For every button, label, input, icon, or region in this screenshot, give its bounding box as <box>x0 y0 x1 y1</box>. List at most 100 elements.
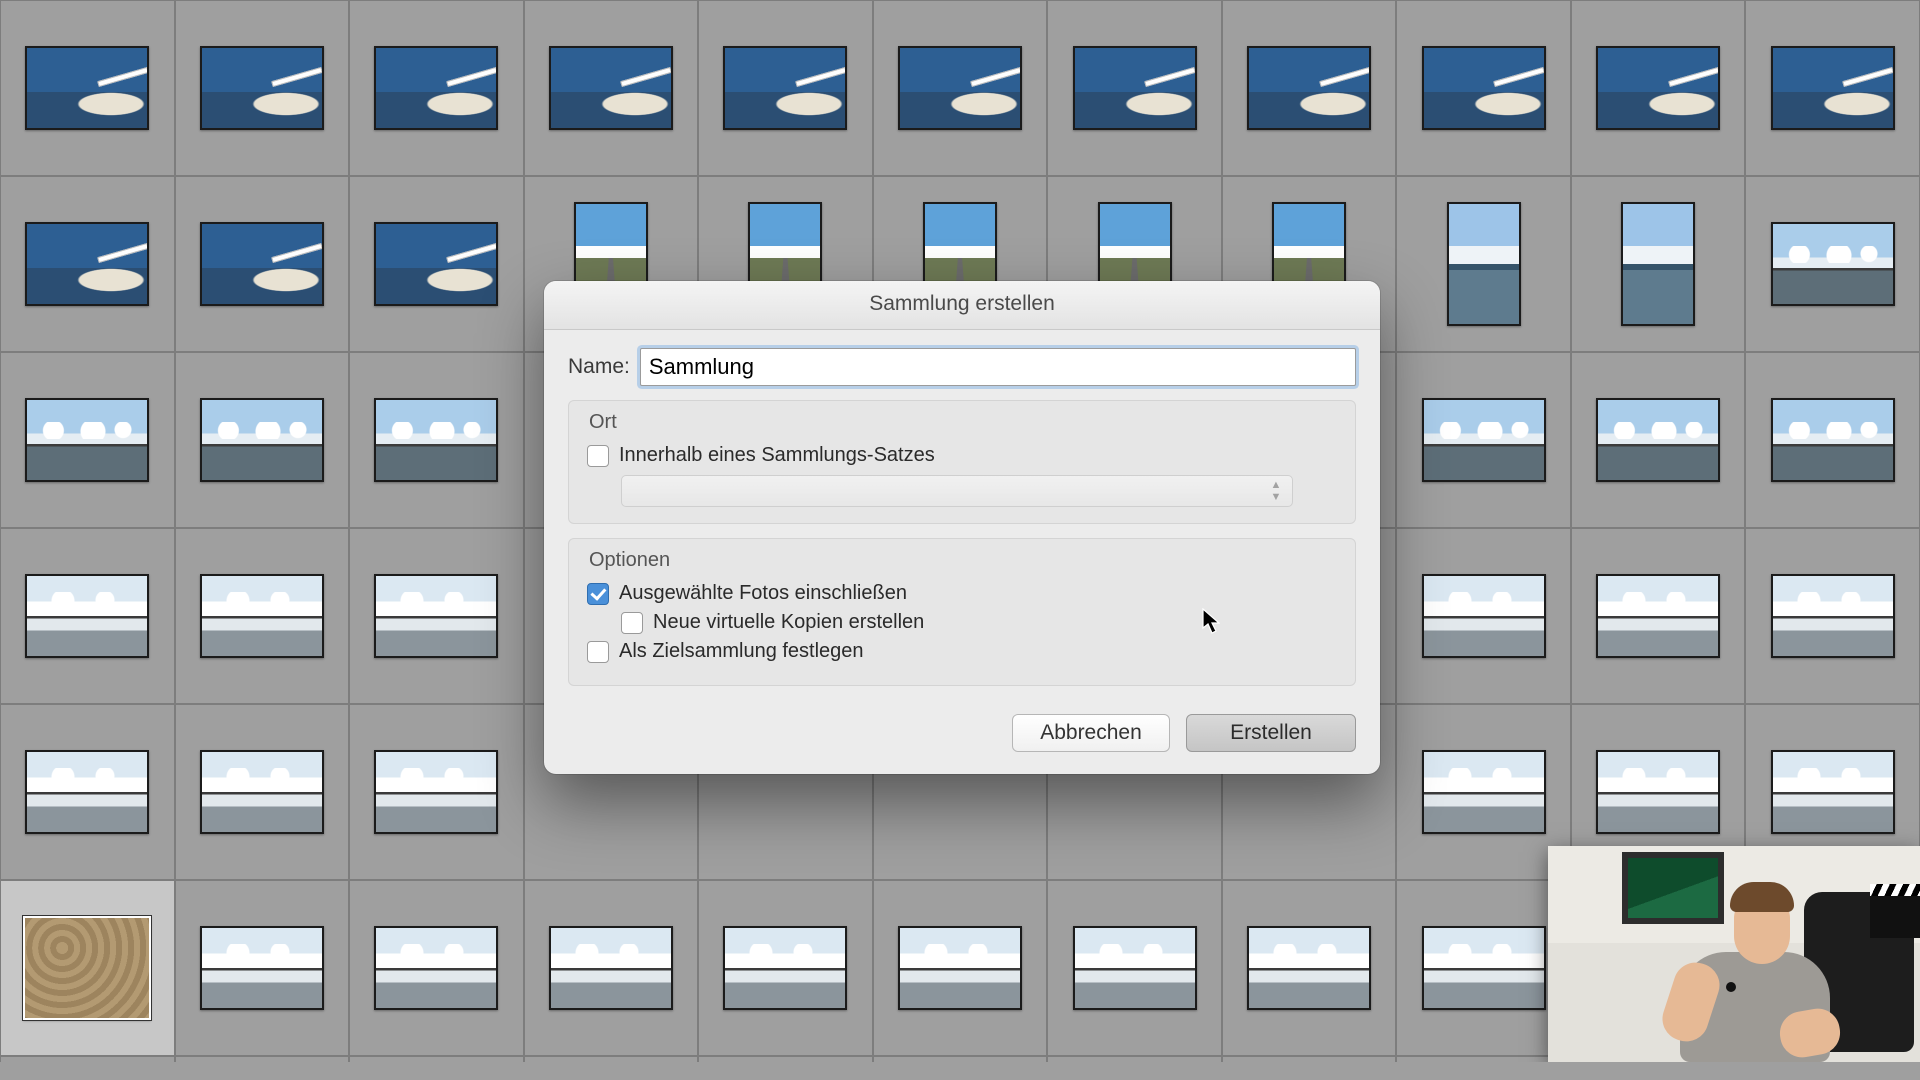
thumbnail-cell[interactable] <box>1571 176 1746 352</box>
thumbnail-image[interactable] <box>200 46 324 130</box>
thumbnail-image[interactable] <box>374 750 498 834</box>
thumbnail-cell[interactable] <box>698 880 873 1056</box>
thumbnail-image[interactable] <box>1073 926 1197 1010</box>
thumbnail-image[interactable] <box>374 46 498 130</box>
thumbnail-cell[interactable] <box>175 0 350 176</box>
thumbnail-cell[interactable] <box>0 528 175 704</box>
thumbnail-image[interactable] <box>25 750 149 834</box>
include-selected-row[interactable]: Ausgewählte Fotos einschließen <box>587 582 1337 605</box>
thumbnail-image[interactable] <box>25 574 149 658</box>
thumbnail-cell[interactable] <box>1745 352 1920 528</box>
thumbnail-image[interactable] <box>374 222 498 306</box>
thumbnail-cell[interactable] <box>524 0 699 176</box>
cancel-button[interactable]: Abbrechen <box>1012 714 1170 752</box>
thumbnail-image[interactable] <box>1771 574 1895 658</box>
thumbnail-cell[interactable] <box>1745 0 1920 176</box>
thumbnail-image[interactable] <box>1247 926 1371 1010</box>
target-collection-row[interactable]: Als Zielsammlung festlegen <box>587 640 1337 663</box>
thumbnail-cell[interactable] <box>349 0 524 176</box>
thumbnail-cell[interactable] <box>0 176 175 352</box>
thumbnail-cell[interactable] <box>175 176 350 352</box>
thumbnail-cell[interactable] <box>1047 0 1222 176</box>
thumbnail-image[interactable] <box>200 222 324 306</box>
thumbnail-image[interactable] <box>723 46 847 130</box>
thumbnail-image[interactable] <box>25 398 149 482</box>
thumbnail-cell[interactable] <box>349 880 524 1056</box>
thumbnail-image[interactable] <box>200 398 324 482</box>
thumbnail-cell[interactable] <box>1222 880 1397 1056</box>
thumbnail-cell[interactable] <box>873 0 1048 176</box>
thumbnail-cell[interactable] <box>1396 0 1571 176</box>
thumbnail-cell[interactable] <box>175 880 350 1056</box>
create-button[interactable]: Erstellen <box>1186 714 1356 752</box>
thumbnail-cell[interactable] <box>1571 528 1746 704</box>
thumbnail-image[interactable] <box>1422 926 1546 1010</box>
thumbnail-image[interactable] <box>200 926 324 1010</box>
thumbnail-image[interactable] <box>374 926 498 1010</box>
thumbnail-image[interactable] <box>1422 750 1546 834</box>
thumbnail-cell[interactable] <box>1745 528 1920 704</box>
thumbnail-image[interactable] <box>898 926 1022 1010</box>
thumbnail-cell[interactable] <box>349 528 524 704</box>
thumbnail-image[interactable] <box>1447 202 1521 326</box>
thumbnail-image[interactable] <box>1596 46 1720 130</box>
thumbnail-image[interactable] <box>374 574 498 658</box>
thumbnail-image[interactable] <box>1621 202 1695 326</box>
thumbnail-cell[interactable] <box>1396 352 1571 528</box>
thumbnail-cell[interactable] <box>175 528 350 704</box>
virtual-copies-checkbox[interactable] <box>621 612 643 634</box>
collection-name-input[interactable] <box>640 348 1356 386</box>
thumbnail-image[interactable] <box>23 916 151 1020</box>
thumbnail-image[interactable] <box>1596 398 1720 482</box>
thumbnail-cell[interactable] <box>0 880 175 1056</box>
inside-collection-set-row[interactable]: Innerhalb eines Sammlungs-Satzes <box>587 444 1337 467</box>
thumbnail-image[interactable] <box>374 398 498 482</box>
thumbnail-image[interactable] <box>1596 574 1720 658</box>
thumbnail-image[interactable] <box>1771 750 1895 834</box>
thumbnail-image[interactable] <box>1771 398 1895 482</box>
thumbnail-cell[interactable] <box>349 704 524 880</box>
thumbnail-image[interactable] <box>549 46 673 130</box>
thumbnail-cell[interactable] <box>349 176 524 352</box>
virtual-copies-row[interactable]: Neue virtuelle Kopien erstellen <box>587 611 1337 634</box>
thumbnail-cell[interactable] <box>698 0 873 176</box>
thumbnail-image[interactable] <box>898 46 1022 130</box>
thumbnail-image[interactable] <box>1422 574 1546 658</box>
thumbnail-image[interactable] <box>25 46 149 130</box>
thumbnail-cell[interactable] <box>1047 880 1222 1056</box>
inside-collection-set-label: Innerhalb eines Sammlungs-Satzes <box>619 444 935 467</box>
thumbnail-cell[interactable] <box>524 880 699 1056</box>
thumbnail-cell[interactable] <box>1396 176 1571 352</box>
thumbnail-cell[interactable] <box>1396 880 1571 1056</box>
collection-set-select[interactable]: ▲▼ <box>621 475 1293 507</box>
thumbnail-image[interactable] <box>1771 46 1895 130</box>
thumbnail-image[interactable] <box>25 222 149 306</box>
thumbnail-image[interactable] <box>1596 750 1720 834</box>
select-stepper-icon: ▲▼ <box>1270 480 1282 502</box>
inside-collection-set-checkbox[interactable] <box>587 445 609 467</box>
thumbnail-cell[interactable] <box>175 704 350 880</box>
thumbnail-cell[interactable] <box>1396 528 1571 704</box>
thumbnail-cell[interactable] <box>0 704 175 880</box>
thumbnail-cell[interactable] <box>1396 704 1571 880</box>
thumbnail-image[interactable] <box>1422 398 1546 482</box>
thumbnail-image[interactable] <box>200 750 324 834</box>
thumbnail-cell[interactable] <box>873 880 1048 1056</box>
thumbnail-image[interactable] <box>549 926 673 1010</box>
thumbnail-cell[interactable] <box>1571 352 1746 528</box>
thumbnail-cell[interactable] <box>1745 176 1920 352</box>
thumbnail-cell[interactable] <box>0 0 175 176</box>
thumbnail-cell[interactable] <box>175 352 350 528</box>
thumbnail-image[interactable] <box>1771 222 1895 306</box>
thumbnail-cell[interactable] <box>0 352 175 528</box>
thumbnail-cell[interactable] <box>1222 0 1397 176</box>
thumbnail-image[interactable] <box>723 926 847 1010</box>
thumbnail-image[interactable] <box>1073 46 1197 130</box>
thumbnail-image[interactable] <box>200 574 324 658</box>
target-collection-checkbox[interactable] <box>587 641 609 663</box>
thumbnail-cell[interactable] <box>1571 0 1746 176</box>
thumbnail-cell[interactable] <box>349 352 524 528</box>
thumbnail-image[interactable] <box>1247 46 1371 130</box>
include-selected-checkbox[interactable] <box>587 583 609 605</box>
thumbnail-image[interactable] <box>1422 46 1546 130</box>
